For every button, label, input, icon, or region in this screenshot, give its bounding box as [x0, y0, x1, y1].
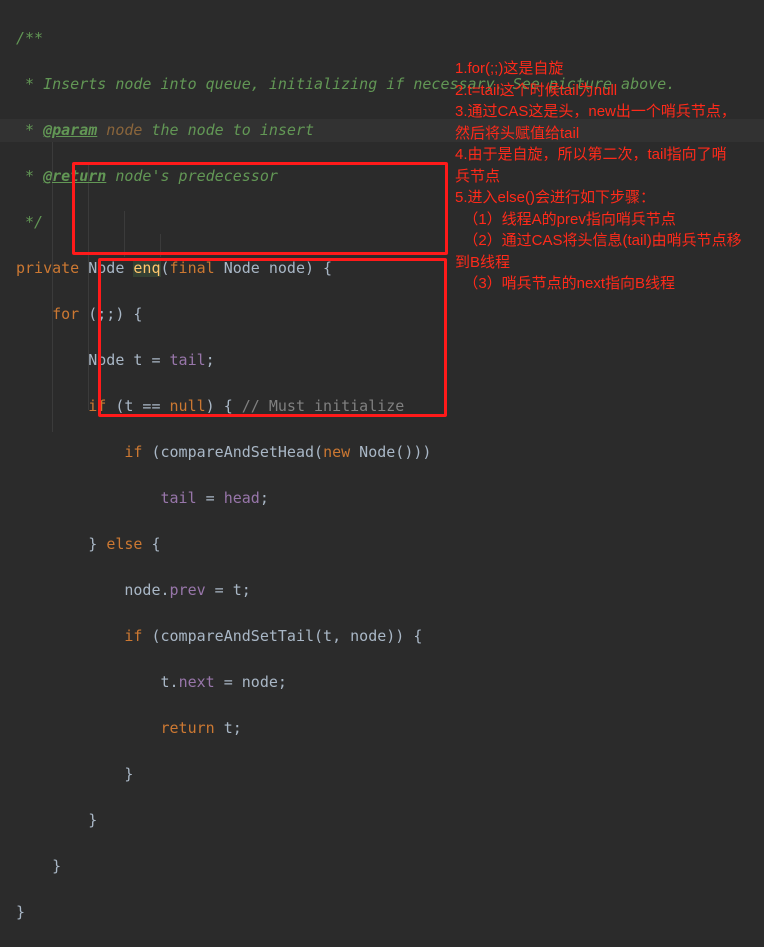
annotation-line: （3）哨兵节点的next指向B线程 — [455, 275, 676, 292]
text: the node to insert — [142, 121, 315, 139]
annotation-line: （1）线程A的prev指向哨兵节点 — [455, 210, 676, 228]
javadoc-tag: @param — [43, 121, 98, 139]
annotation-line: 5.进入else()会进行如下步骤： — [455, 189, 656, 206]
annotation-line: 3.通过CAS这是头，new出一个哨兵节点， — [455, 103, 736, 120]
code-line: } — [16, 809, 675, 832]
field: tail — [160, 489, 197, 507]
text: } — [16, 903, 26, 921]
code-line: node.prev = t; — [16, 579, 675, 602]
highlight-box-init — [72, 162, 448, 255]
field: prev — [169, 581, 206, 599]
code-line: if (compareAndSetHead(new Node())) — [16, 441, 675, 464]
text: } — [88, 811, 98, 829]
text: { — [142, 535, 161, 553]
annotation-line: 到B线程 — [455, 253, 511, 271]
annotation-line: （2）通过CAS将头信息(tail)由哨兵节点移 — [455, 232, 742, 249]
code-line: } else { — [16, 533, 675, 556]
field: head — [223, 489, 260, 507]
code-line: if (compareAndSetTail(t, node)) { — [16, 625, 675, 648]
text: } — [52, 857, 62, 875]
text: node. — [124, 581, 170, 599]
keyword: private — [16, 259, 80, 277]
text: ; — [259, 489, 269, 507]
keyword: if — [124, 627, 143, 645]
code-line: return t; — [16, 717, 675, 740]
highlight-box-else — [98, 258, 447, 417]
text: } — [88, 535, 107, 553]
text: = — [196, 489, 224, 507]
text: (compareAndSetHead( — [142, 443, 324, 461]
keyword: return — [160, 719, 215, 737]
keyword: new — [323, 443, 351, 461]
keyword: for — [52, 305, 80, 323]
annotation-line: 2.t=tail这个时候tail为null — [455, 81, 618, 99]
field: next — [178, 673, 215, 691]
text: t; — [214, 719, 242, 737]
code-line: tail = head; — [16, 487, 675, 510]
annotation-line: 1.for(;;)这是自旋 — [455, 60, 564, 77]
text: } — [124, 765, 134, 783]
keyword: else — [106, 535, 143, 553]
text: = node; — [214, 673, 287, 691]
text: * — [16, 121, 44, 139]
text: (compareAndSetTail(t, node)) { — [142, 627, 423, 645]
text: t. — [160, 673, 179, 691]
text: Node())) — [350, 443, 432, 461]
code-line: } — [16, 763, 675, 786]
annotation-line: 4.由于是自旋，所以第二次，tail指向了哨 — [455, 146, 727, 163]
annotation-notes: 1.for(;;)这是自旋 2.t=tail这个时候tail为null 3.通过… — [455, 58, 742, 295]
code-line: /** — [16, 29, 44, 47]
code-line: } — [16, 901, 675, 924]
param-name: node — [97, 121, 143, 139]
keyword: if — [124, 443, 143, 461]
annotation-line: 兵节点 — [455, 167, 501, 185]
text: * — [16, 167, 44, 185]
code-line: } — [16, 855, 675, 878]
annotation-line: 然后将头赋值给tail — [455, 124, 580, 142]
text: = t; — [205, 581, 251, 599]
code-line: t.next = node; — [16, 671, 675, 694]
